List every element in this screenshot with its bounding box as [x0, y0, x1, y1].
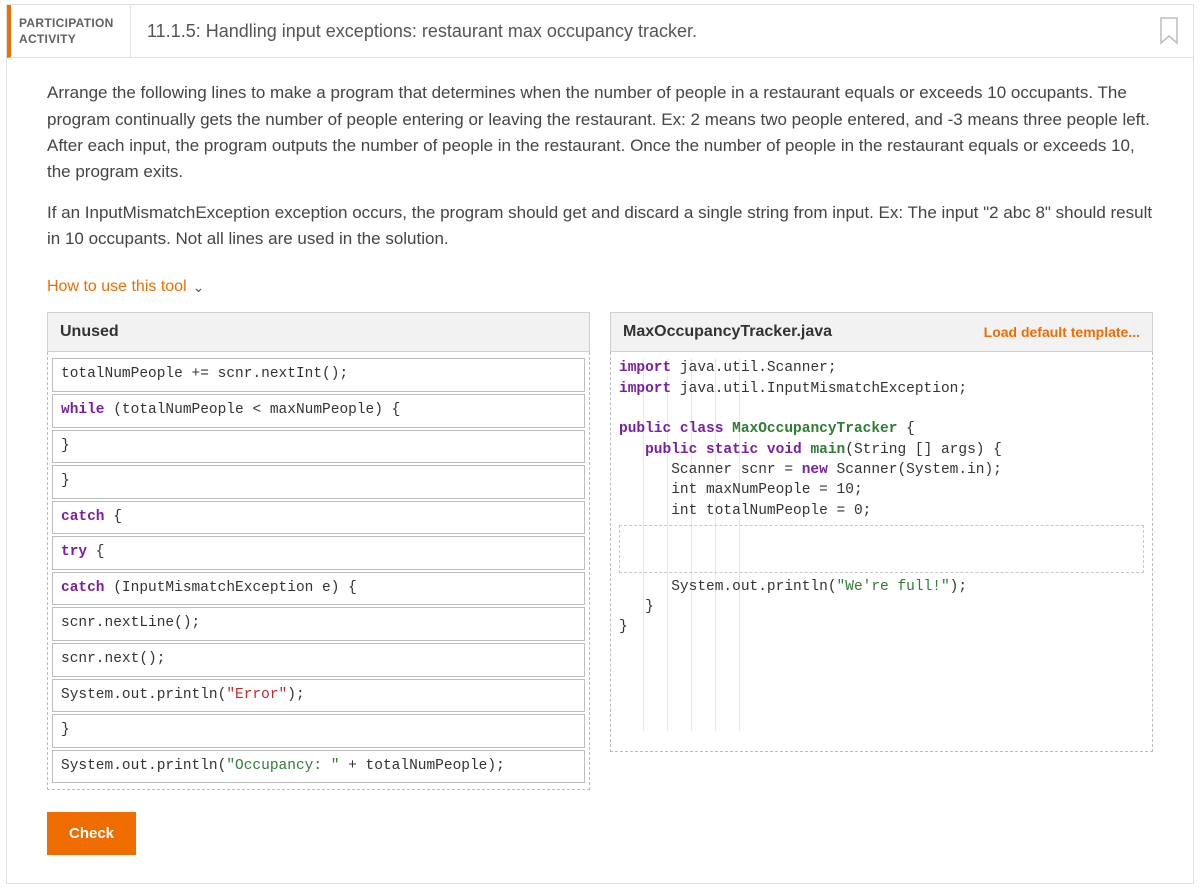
how-to-label: How to use this tool — [47, 278, 187, 296]
code-line: } — [619, 617, 1144, 637]
unused-header: Unused — [47, 312, 590, 352]
bookmark-icon[interactable] — [1153, 5, 1193, 57]
instructions: Arrange the following lines to make a pr… — [47, 80, 1153, 252]
code-tile[interactable]: } — [52, 714, 585, 748]
activity-kind-label: PARTICIPATION ACTIVITY — [11, 5, 131, 57]
drop-zone[interactable] — [619, 525, 1144, 573]
how-to-use-toggle[interactable]: How to use this tool ⌄ — [47, 278, 204, 296]
unused-title: Unused — [60, 323, 119, 341]
code-line: int totalNumPeople = 0; — [619, 501, 1144, 521]
code-line: public static void main(String [] args) … — [619, 440, 1144, 460]
code-line: import java.util.InputMismatchException; — [619, 379, 1144, 399]
load-default-link[interactable]: Load default template... — [984, 324, 1140, 340]
code-tile[interactable]: catch (InputMismatchException e) { — [52, 572, 585, 606]
target-column: MaxOccupancyTracker.java Load default te… — [610, 312, 1153, 752]
unused-column: Unused totalNumPeople += scnr.nextInt();… — [47, 312, 590, 790]
code-tile[interactable]: System.out.println("Occupancy: " + total… — [52, 750, 585, 784]
code-tile[interactable]: try { — [52, 536, 585, 570]
code-area[interactable]: import java.util.Scanner;import java.uti… — [610, 352, 1153, 752]
code-tile[interactable]: totalNumPeople += scnr.nextInt(); — [52, 358, 585, 392]
activity-title: 11.1.5: Handling input exceptions: resta… — [131, 5, 1153, 57]
code-line: System.out.println("We're full!"); — [619, 577, 1144, 597]
code-tile[interactable]: while (totalNumPeople < maxNumPeople) { — [52, 394, 585, 428]
code-line: import java.util.Scanner; — [619, 358, 1144, 378]
code-tile[interactable]: catch { — [52, 501, 585, 535]
instructions-p2: If an InputMismatchException exception o… — [47, 200, 1153, 253]
code-line: int maxNumPeople = 10; — [619, 480, 1144, 500]
workspace: Unused totalNumPeople += scnr.nextInt();… — [47, 312, 1153, 790]
chevron-down-icon: ⌄ — [193, 279, 205, 296]
activity-header: PARTICIPATION ACTIVITY 11.1.5: Handling … — [7, 5, 1193, 58]
code-line — [619, 399, 1144, 419]
code-line: Scanner scnr = new Scanner(System.in); — [619, 460, 1144, 480]
code-line: } — [619, 597, 1144, 617]
instructions-p1: Arrange the following lines to make a pr… — [47, 80, 1153, 185]
code-tile[interactable]: } — [52, 465, 585, 499]
activity-card: PARTICIPATION ACTIVITY 11.1.5: Handling … — [6, 4, 1194, 884]
unused-list[interactable]: totalNumPeople += scnr.nextInt();while (… — [47, 352, 590, 790]
target-filename: MaxOccupancyTracker.java — [623, 323, 832, 341]
code-tile[interactable]: scnr.nextLine(); — [52, 607, 585, 641]
target-header: MaxOccupancyTracker.java Load default te… — [610, 312, 1153, 352]
activity-body: Arrange the following lines to make a pr… — [7, 58, 1193, 883]
code-tile[interactable]: } — [52, 430, 585, 464]
code-tile[interactable]: scnr.next(); — [52, 643, 585, 677]
code-tile[interactable]: System.out.println("Error"); — [52, 679, 585, 713]
check-button[interactable]: Check — [47, 812, 136, 855]
code-line: public class MaxOccupancyTracker { — [619, 419, 1144, 439]
